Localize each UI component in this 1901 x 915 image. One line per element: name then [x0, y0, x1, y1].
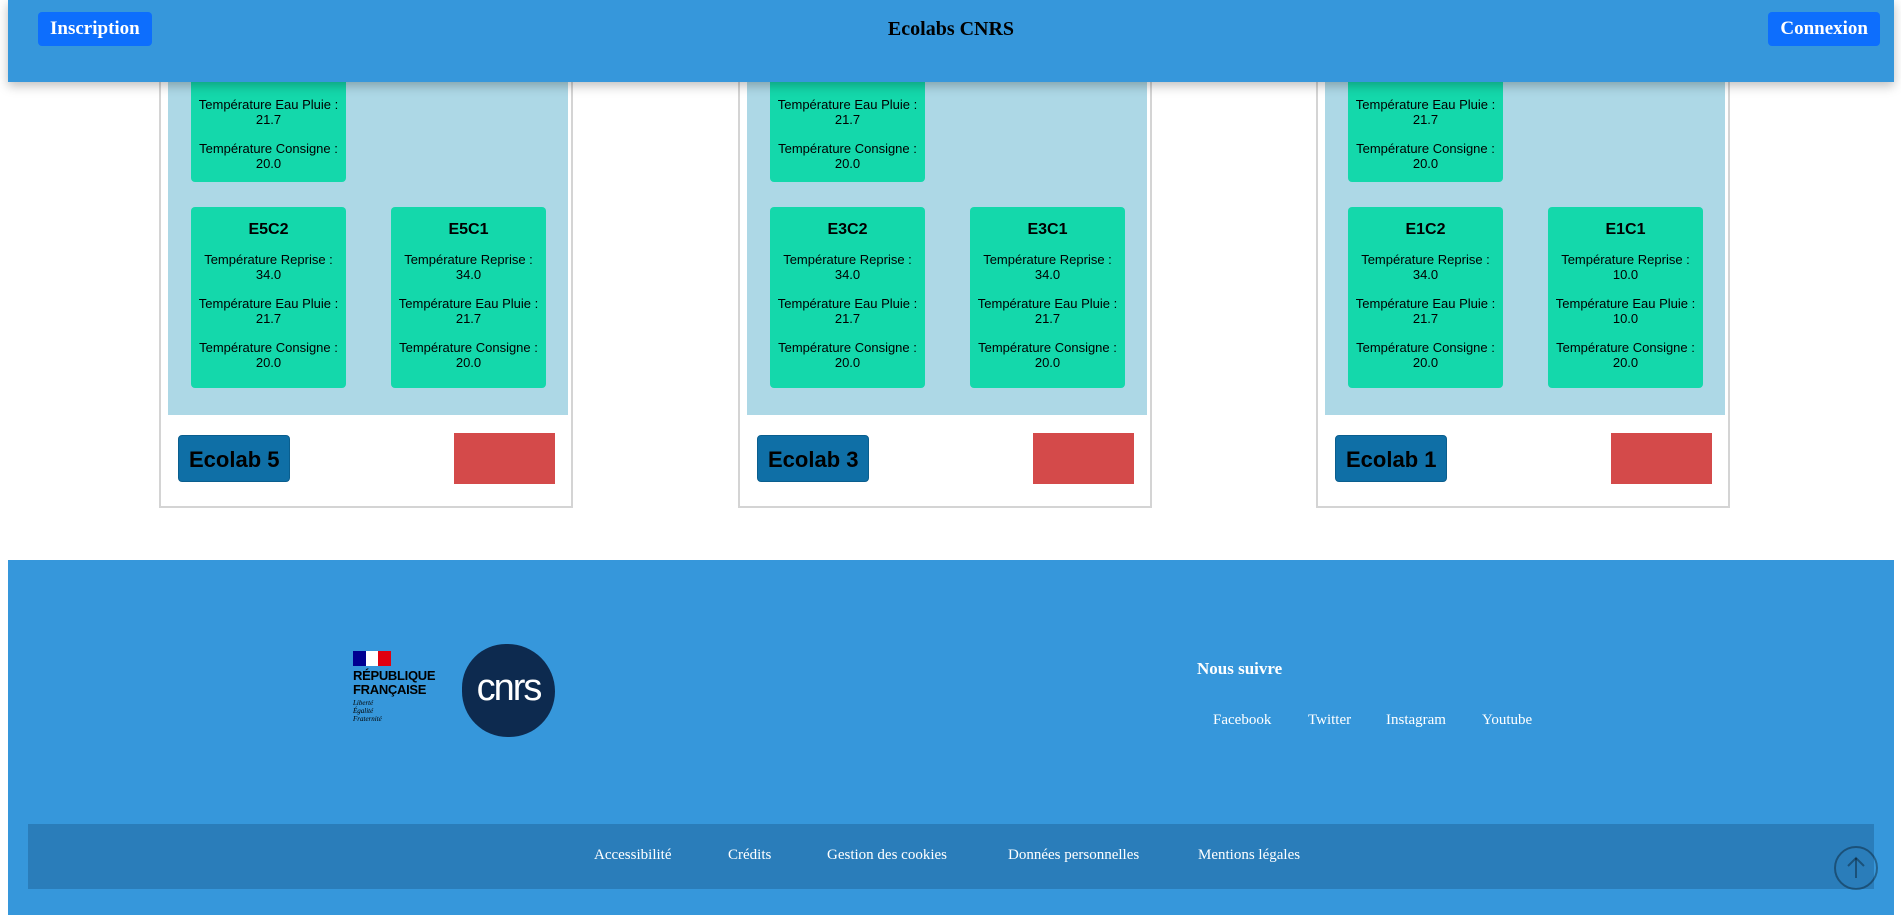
room-name: E1C2: [1405, 221, 1446, 238]
republique-francaise-logo: RÉPUBLIQUE FRANÇAISE Liberté Égalité Frater…: [353, 651, 443, 731]
cnrs-logo: cnrs: [462, 644, 555, 737]
room-consigne: Température Consigne :20.0: [778, 340, 917, 370]
room-pluie: Température Eau Pluie :21.7: [977, 296, 1118, 326]
delete-ecolab-button[interactable]: [454, 433, 555, 484]
room-consigne: Température Consigne :20.0: [1556, 340, 1695, 370]
room-pluie: Température Eau Pluie :21.7: [777, 97, 918, 127]
room-card: E3C1 Température Reprise :34.0 Températu…: [970, 207, 1125, 388]
room-name: E5C2: [248, 221, 289, 238]
room-card: E5C1 Température Reprise :34.0 Températu…: [391, 207, 546, 388]
room-consigne: Température Consigne :20.0: [778, 141, 917, 171]
room-pluie: Température Eau Pluie :21.7: [1355, 97, 1496, 127]
room-card: E3C2 Température Reprise :34.0 Températu…: [770, 207, 925, 388]
follow-title: Nous suivre: [1197, 659, 1283, 678]
room-consigne: Température Consigne :20.0: [199, 141, 338, 171]
room-card: E5C2 Température Reprise :34.0 Températu…: [191, 207, 346, 388]
accessibilite-link[interactable]: Accessibilité: [594, 847, 671, 864]
delete-ecolab-button[interactable]: [1611, 433, 1712, 484]
room-consigne: Température Consigne :20.0: [1356, 141, 1495, 171]
rf-logo-text: RÉPUBLIQUE FRANÇAISE: [353, 668, 436, 697]
arrow-up-circle-icon[interactable]: [1834, 846, 1878, 890]
footer: RÉPUBLIQUE FRANÇAISE Liberté Égalité Frater…: [8, 560, 1894, 915]
room-name: E5C1: [448, 221, 489, 238]
room-card: E1C2 Température Reprise :34.0 Températu…: [1348, 207, 1503, 388]
room-pluie: Température Eau Pluie :21.7: [1355, 296, 1496, 326]
credits-link[interactable]: Crédits: [728, 847, 771, 864]
room-consigne: Température Consigne :20.0: [399, 340, 538, 370]
room-pluie: Température Eau Pluie :10.0: [1555, 296, 1696, 326]
room-name: E3C1: [1027, 221, 1068, 238]
room-reprise: Température Reprise :34.0: [783, 252, 912, 282]
cookies-link[interactable]: Gestion des cookies: [827, 847, 947, 864]
top-navbar: Inscription Ecolabs CNRS Connexion: [8, 0, 1894, 82]
room-name: E3C2: [827, 221, 868, 238]
room-reprise: Température Reprise :34.0: [204, 252, 333, 282]
room-consigne: Température Consigne :20.0: [199, 340, 338, 370]
connexion-button[interactable]: Connexion: [1768, 12, 1880, 46]
room-reprise: Température Reprise :34.0: [1361, 252, 1490, 282]
room-name: E1C1: [1605, 221, 1646, 238]
site-title: Ecolabs CNRS: [887, 18, 1015, 40]
room-reprise: Température Reprise :34.0: [983, 252, 1112, 282]
ecolab-1-button[interactable]: Ecolab 1: [1335, 435, 1448, 482]
room-reprise: Température Reprise :10.0: [1561, 252, 1690, 282]
room-card: E1C1 Température Reprise :10.0 Températu…: [1548, 207, 1703, 388]
room-consigne: Température Consigne :20.0: [978, 340, 1117, 370]
room-reprise: Température Reprise :34.0: [404, 252, 533, 282]
ecolab-3-button[interactable]: Ecolab 3: [757, 435, 870, 482]
room-pluie: Température Eau Pluie :21.7: [198, 97, 339, 127]
delete-ecolab-button[interactable]: [1033, 433, 1134, 484]
french-flag-icon: [353, 651, 392, 666]
youtube-link[interactable]: Youtube: [1482, 712, 1532, 729]
instagram-link[interactable]: Instagram: [1386, 712, 1446, 729]
facebook-link[interactable]: Facebook: [1213, 712, 1271, 729]
ecolab-5-button[interactable]: Ecolab 5: [178, 435, 291, 482]
room-pluie: Température Eau Pluie :21.7: [198, 296, 339, 326]
room-pluie: Température Eau Pluie :21.7: [398, 296, 539, 326]
twitter-link[interactable]: Twitter: [1308, 712, 1351, 729]
room-consigne: Température Consigne :20.0: [1356, 340, 1495, 370]
mentions-legales-link[interactable]: Mentions légales: [1198, 847, 1300, 864]
room-pluie: Température Eau Pluie :21.7: [777, 296, 918, 326]
donnees-personnelles-link[interactable]: Données personnelles: [1008, 847, 1139, 864]
rf-logo-motto: Liberté Égalité Fraternité: [353, 699, 382, 723]
legal-links-bar: Accessibilité Crédits Gestion des cookie…: [28, 824, 1874, 889]
